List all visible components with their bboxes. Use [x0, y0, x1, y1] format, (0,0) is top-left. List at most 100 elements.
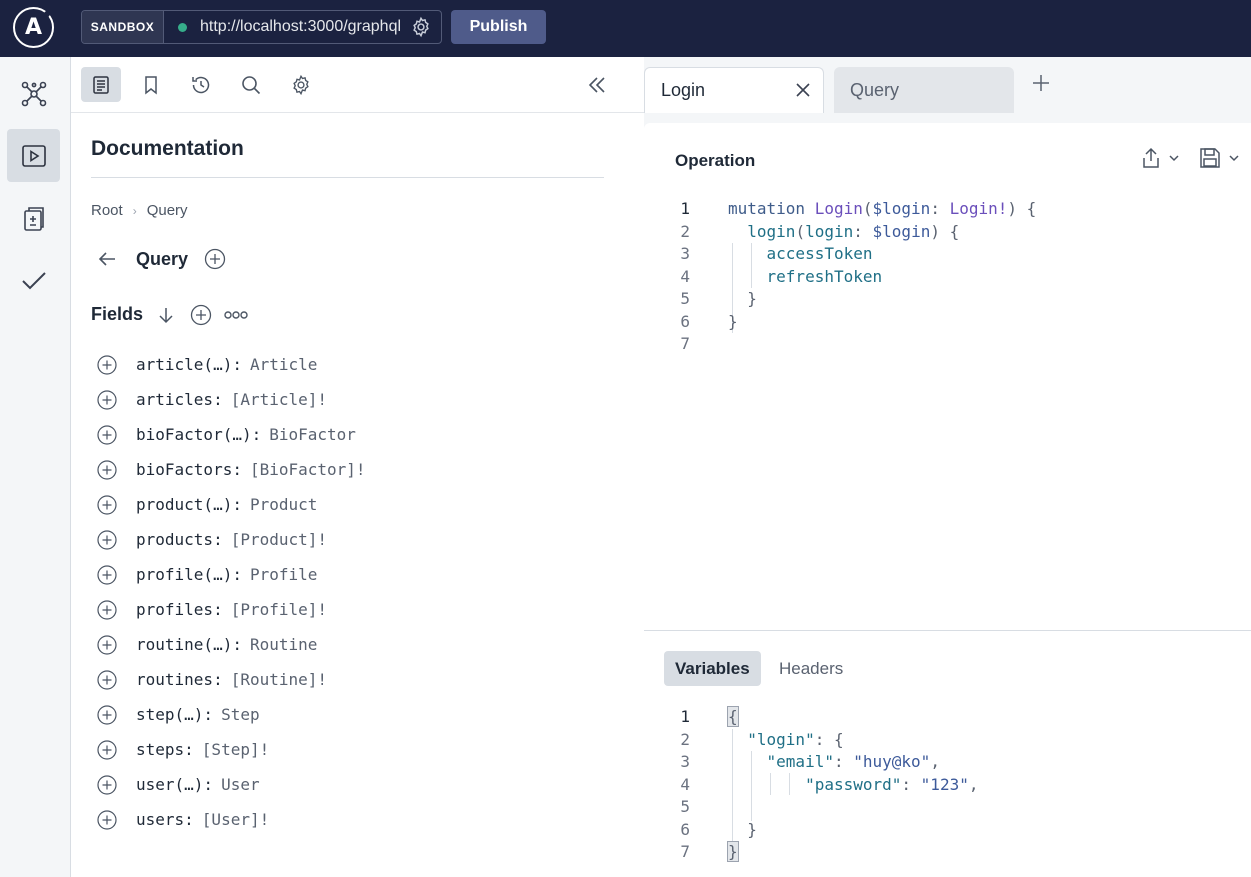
variables-panel: Variables Headers 1 2 3 4 5 6 7 { "login…: [644, 630, 1251, 877]
tab-login[interactable]: Login: [644, 67, 824, 113]
share-menu-button[interactable]: [1141, 147, 1179, 169]
field-item[interactable]: articles: [Article]!: [97, 382, 366, 417]
field-item[interactable]: profile(…): Profile: [97, 557, 366, 592]
field-item[interactable]: product(…): Product: [97, 487, 366, 522]
field-type[interactable]: [User]!: [202, 810, 269, 829]
collapse-panel-button[interactable]: [577, 67, 617, 102]
field-item[interactable]: routine(…): Routine: [97, 627, 366, 662]
field-type[interactable]: Routine: [250, 635, 317, 654]
save-menu-button[interactable]: [1199, 147, 1239, 169]
variables-editor[interactable]: { "login": { "email": "huy@ko", "passwor…: [727, 706, 1228, 864]
add-type-plus-icon[interactable]: [204, 248, 226, 270]
code-line-1: mutation Login($login: Login!) {: [728, 198, 1228, 221]
bookmark-tab-button[interactable]: [131, 67, 171, 102]
add-field-plus-icon[interactable]: [97, 669, 117, 690]
back-arrow-icon[interactable]: [97, 249, 117, 269]
add-field-plus-icon[interactable]: [97, 389, 117, 410]
endpoint-selector[interactable]: SANDBOX http://localhost:3000/graphql: [81, 10, 442, 44]
field-type[interactable]: [Profile]!: [231, 600, 327, 619]
publish-button[interactable]: Publish: [451, 10, 546, 44]
tab-variables[interactable]: Variables: [664, 651, 761, 686]
add-field-plus-icon[interactable]: [97, 459, 117, 480]
sandbox-badge: SANDBOX: [82, 11, 164, 43]
field-type[interactable]: Article: [250, 355, 317, 374]
field-item[interactable]: products: [Product]!: [97, 522, 366, 557]
field-item[interactable]: users: [User]!: [97, 802, 366, 837]
field-type[interactable]: [Routine]!: [231, 670, 327, 689]
punctuation: }: [728, 311, 738, 331]
code-line-4: refreshToken: [728, 266, 1228, 289]
diff-checks-icon: [23, 206, 44, 231]
json-string: "123": [920, 774, 969, 794]
field-type[interactable]: Profile: [250, 565, 317, 584]
field-type[interactable]: [Step]!: [202, 740, 269, 759]
punctuation: :: [833, 752, 844, 771]
variable: $login: [872, 199, 931, 218]
field-item[interactable]: bioFactors: [BioFactor]!: [97, 452, 366, 487]
add-field-plus-icon[interactable]: [97, 529, 117, 550]
tab-query[interactable]: Query: [834, 67, 1014, 113]
add-field-plus-icon[interactable]: [97, 704, 117, 725]
more-options-icon[interactable]: [224, 310, 248, 320]
checkmark-icon: [21, 271, 46, 289]
operation-editor[interactable]: mutation Login($login: Login!) { login(l…: [728, 198, 1228, 356]
connection-settings-gear-icon[interactable]: [410, 16, 432, 38]
field-type[interactable]: [Product]!: [231, 530, 327, 549]
nav-checks[interactable]: [7, 192, 60, 245]
endpoint-url[interactable]: http://localhost:3000/graphql: [200, 18, 401, 36]
field-name: users:: [136, 810, 194, 829]
type-name: Query: [136, 249, 189, 269]
new-tab-plus-icon[interactable]: [1032, 74, 1050, 92]
add-field-plus-icon[interactable]: [97, 494, 117, 515]
add-field-plus-icon[interactable]: [97, 424, 117, 445]
add-field-plus-icon[interactable]: [97, 599, 117, 620]
documentation-panel: Documentation Root › Query Query Fields …: [71, 57, 644, 877]
field-item[interactable]: profiles: [Profile]!: [97, 592, 366, 627]
nav-schema[interactable]: [7, 67, 60, 120]
sort-arrow-down-icon[interactable]: [157, 306, 175, 324]
field-item[interactable]: article(…): Article: [97, 347, 366, 382]
field-item[interactable]: user(…): User: [97, 767, 366, 802]
add-field-plus-icon[interactable]: [97, 354, 117, 375]
add-field-plus-icon[interactable]: [97, 564, 117, 585]
field-item[interactable]: routines: [Routine]!: [97, 662, 366, 697]
field-item[interactable]: bioFactor(…): BioFactor: [97, 417, 366, 452]
field-item[interactable]: steps: [Step]!: [97, 732, 366, 767]
breadcrumb-query[interactable]: Query: [147, 202, 188, 219]
json-key: "login": [747, 729, 815, 749]
history-tab-button[interactable]: [181, 67, 221, 102]
nav-explorer[interactable]: [7, 129, 60, 182]
add-field-plus-icon[interactable]: [97, 634, 117, 655]
operation-name: Login: [814, 199, 863, 218]
settings-tab-button[interactable]: [281, 67, 321, 102]
field: accessToken: [766, 244, 873, 263]
operation-actions: [1141, 147, 1239, 169]
add-field-plus-icon[interactable]: [97, 739, 117, 760]
apollo-logo[interactable]: A: [13, 7, 54, 48]
field-type[interactable]: [BioFactor]!: [250, 460, 366, 479]
search-tab-button[interactable]: [231, 67, 271, 102]
docs-tab-button[interactable]: [81, 67, 121, 102]
close-icon[interactable]: [795, 82, 811, 98]
docs-toolbar: [71, 57, 644, 113]
field-type[interactable]: User: [221, 775, 260, 794]
tab-headers[interactable]: Headers: [768, 651, 854, 686]
punctuation: ,: [968, 774, 979, 794]
matched-brace: {: [727, 706, 739, 727]
add-all-fields-plus-icon[interactable]: [190, 304, 212, 326]
field-type[interactable]: Step: [221, 705, 260, 724]
field-type[interactable]: Product: [250, 495, 317, 514]
nav-completed[interactable]: [7, 254, 60, 307]
breadcrumb-root[interactable]: Root: [91, 202, 123, 219]
add-field-plus-icon[interactable]: [97, 774, 117, 795]
add-field-plus-icon[interactable]: [97, 809, 117, 830]
history-icon: [192, 76, 210, 93]
field-name: profile(…):: [136, 565, 242, 584]
operation-title: Operation: [675, 151, 756, 170]
docs-title: Documentation: [91, 137, 244, 160]
field-item[interactable]: step(…): Step: [97, 697, 366, 732]
field-type[interactable]: [Article]!: [231, 390, 327, 409]
line-number: 4: [680, 774, 690, 794]
field-type[interactable]: BioFactor: [269, 425, 356, 444]
